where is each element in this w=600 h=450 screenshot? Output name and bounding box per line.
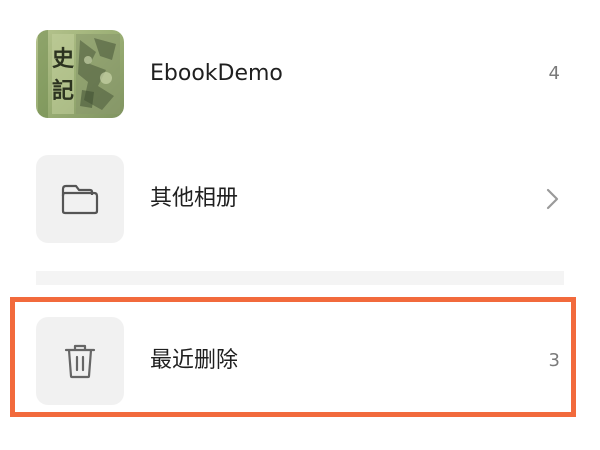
book-cover-image: 史 記 xyxy=(36,30,124,118)
album-label: EbookDemo xyxy=(150,61,283,86)
chevron-right-icon xyxy=(546,188,559,210)
cover-glyph-bottom: 記 xyxy=(52,78,74,104)
album-item-other-albums[interactable]: 其他相册 xyxy=(36,155,564,243)
cover-glyph-top: 史 xyxy=(52,46,75,72)
album-cover-thumbnail: 史 記 xyxy=(36,30,124,118)
section-divider xyxy=(36,271,564,285)
album-label: 其他相册 xyxy=(150,186,239,211)
folder-icon-tile xyxy=(36,155,124,243)
trash-icon-tile xyxy=(36,317,124,405)
folder-icon xyxy=(61,184,99,215)
album-item-recently-deleted[interactable]: 最近删除 3 xyxy=(36,317,564,405)
album-item-ebookdemo[interactable]: 史 記 EbookDemo 4 xyxy=(36,30,564,118)
album-photo-count: 3 xyxy=(548,350,560,371)
album-photo-count: 4 xyxy=(548,63,560,84)
trash-icon xyxy=(64,344,96,379)
album-label: 最近删除 xyxy=(150,348,239,373)
